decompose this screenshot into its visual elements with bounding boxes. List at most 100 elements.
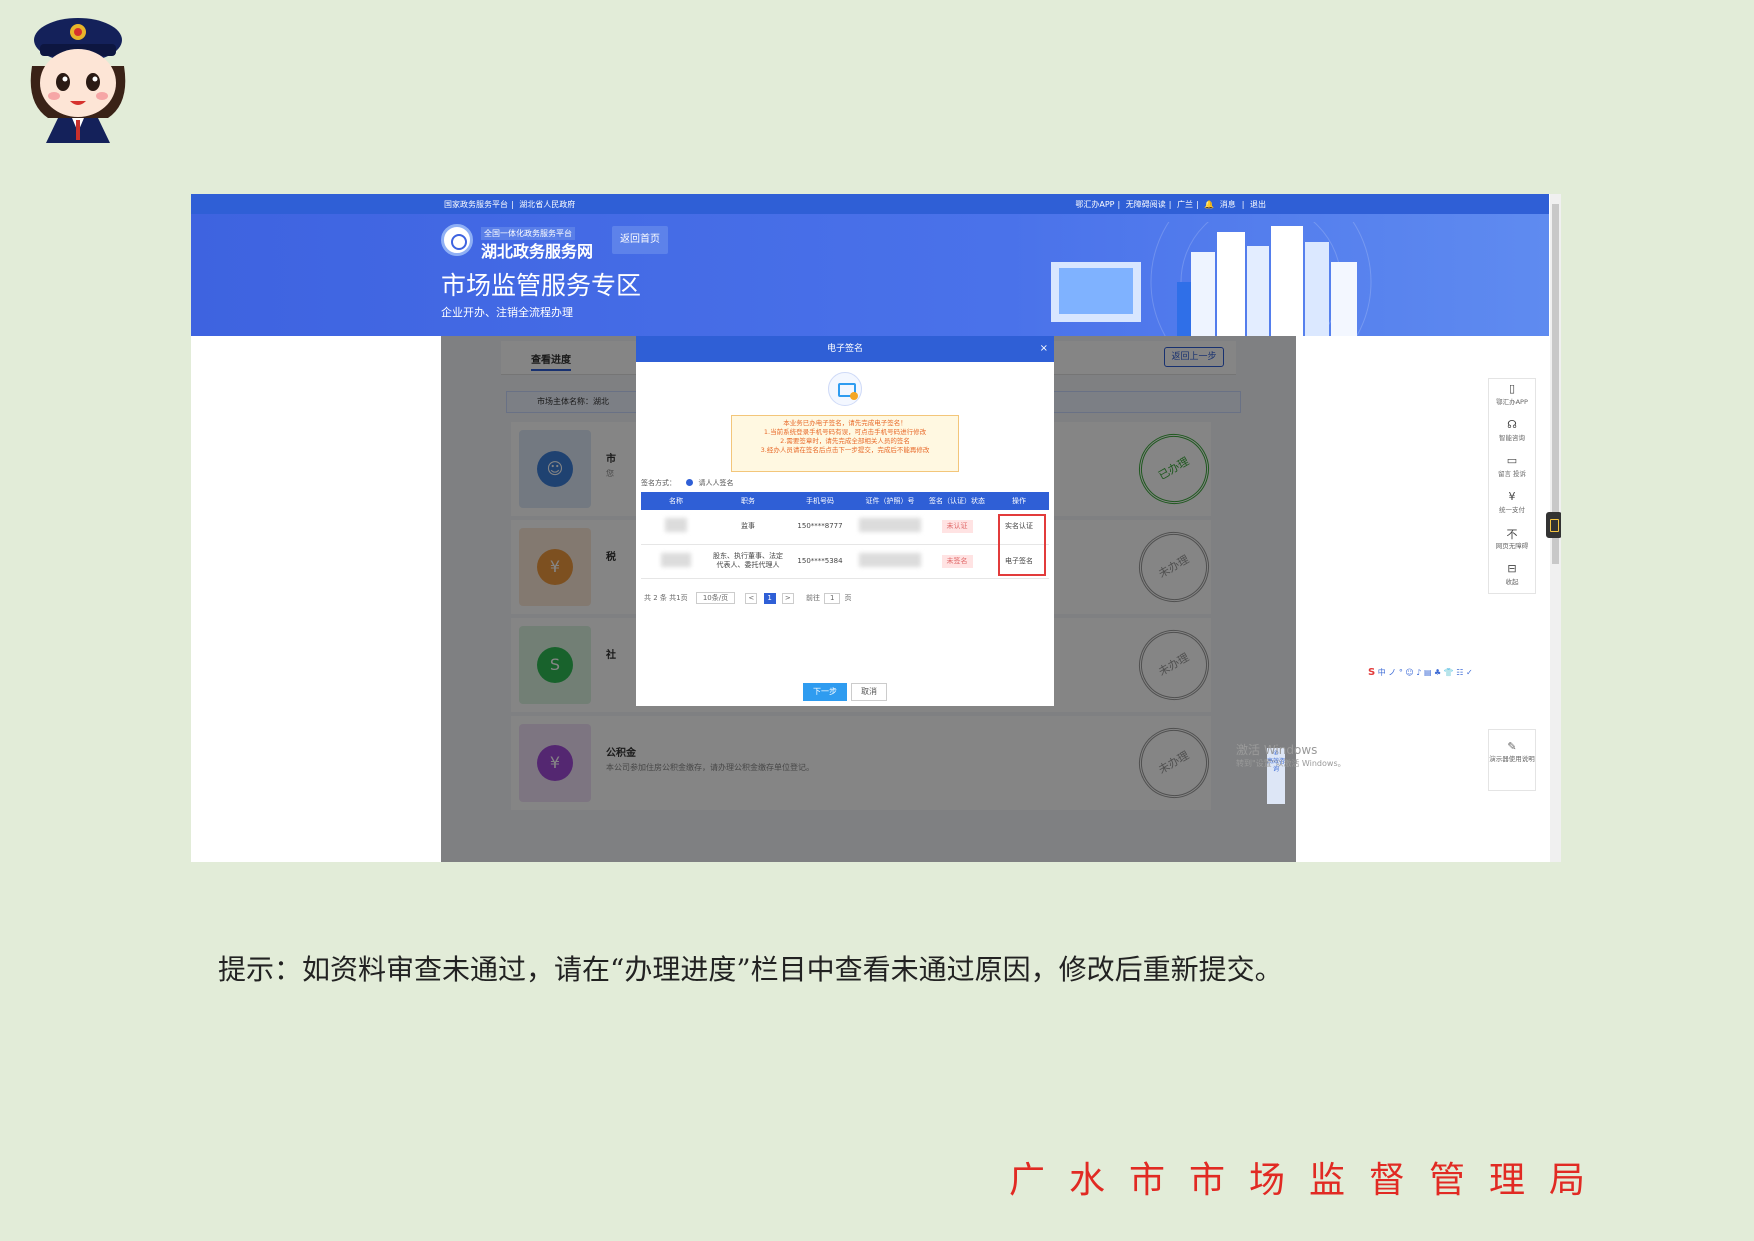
sidebar-label: 鄂汇办APP <box>1496 398 1528 406</box>
zone-title: 市场监管服务专区 <box>441 271 642 300</box>
signature-icon <box>828 372 862 406</box>
notice-line: 本业务已办电子签名，请先完成电子签名！ <box>783 419 907 427</box>
message-icon: ▭ <box>1506 454 1518 467</box>
sidebar-item-payment[interactable]: ¥ 统一支付 <box>1489 487 1535 523</box>
headset-icon: ☊ <box>1507 418 1517 431</box>
page-area: 查看进度 返回上一步 市场主体名称：湖北 ☺ 市 您 已办理 ¥ 税 未办理 S… <box>191 336 1549 862</box>
highlight-box <box>998 514 1046 576</box>
role-cell: 监事 <box>711 510 785 545</box>
sidebar-label: 统一支付 <box>1499 506 1525 514</box>
sign-method-value[interactable]: 请人人签名 <box>698 479 733 487</box>
column-header: 手机号码 <box>785 492 855 510</box>
column-header: 职务 <box>711 492 785 510</box>
ime-shirt-icon[interactable]: 👕 <box>1444 668 1454 677</box>
watermark-line1: 激活 Windows <box>1236 743 1318 757</box>
column-header: 操作 <box>989 492 1049 510</box>
link-national-platform[interactable]: 国家政务服务平台 <box>444 200 508 209</box>
sidebar-label: 网页无障碍 <box>1495 542 1529 550</box>
ime-grid-icon[interactable]: ☷ <box>1456 668 1463 677</box>
status-badge: 未签名 <box>941 554 973 568</box>
prev-page-button[interactable]: < <box>745 593 758 604</box>
city-illustration <box>1051 222 1372 336</box>
hubei-logo-icon <box>441 224 473 256</box>
phone-cell[interactable]: 150****8777 <box>785 510 855 545</box>
sidebar-label: 收起 <box>1505 578 1519 586</box>
side-tab-icon[interactable] <box>1546 512 1561 538</box>
blurred-id <box>859 518 921 533</box>
blurred-name <box>661 552 691 567</box>
sidebar-item-app[interactable]: ▯ 鄂汇办APP <box>1489 379 1535 415</box>
notice-box: 本业务已办电子签名，请先完成电子签名！ 1.当前系统登录手机号码有误，可点击手机… <box>731 415 959 472</box>
pager-total: 共 2 条 共1页 <box>644 594 688 602</box>
top-bar: 国家政务服务平台 | 湖北省人民政府 鄂汇办APP | 无障碍阅读 | 广兰 | 🔔 消… <box>191 194 1549 214</box>
mascot-image <box>30 18 126 143</box>
tip-caption: 提示：如资料审查未通过，请在“办理进度”栏目中查看未通过原因，修改后重新提交。 <box>218 953 1283 986</box>
status-cell: 未签名 <box>925 544 989 579</box>
ime-voice-icon[interactable]: ♪ <box>1416 668 1421 677</box>
sidebar-label: 智能咨询 <box>1499 434 1525 442</box>
next-page-button[interactable]: > <box>781 593 794 604</box>
header-banner: 全国一体化政务服务平台 湖北政务服务网 返回首页 市场监管服务专区 企业开办、注… <box>191 214 1549 336</box>
ime-degree-icon[interactable]: ° <box>1399 668 1403 677</box>
pen-icon: ✎ <box>1507 740 1517 753</box>
column-header: 名称 <box>641 492 711 510</box>
sidebar-item-accessibility[interactable]: 不网页无障碍 <box>1489 523 1535 559</box>
right-sidebar: ▯ 鄂汇办APP ☊ 智能咨询 ▭ 留言 投诉 ¥ 统一支付 不网页无障碍 ⊟ 收起 <box>1488 378 1536 594</box>
notice-line: 2.需要签章时，请先完成全部相关人员的签名 <box>780 437 910 445</box>
sidebar-label: 留言 投诉 <box>1497 470 1527 478</box>
ime-emoji-icon[interactable]: ☺ <box>1405 668 1413 677</box>
blurred-id <box>859 552 921 567</box>
collapse-icon: ⊟ <box>1507 562 1517 575</box>
page-size-select[interactable]: 10条/页 <box>695 592 736 604</box>
yen-circle-icon: ¥ <box>1508 490 1516 503</box>
table-row: 监事 150****8777 未认证 实名认证 <box>641 510 1049 545</box>
goto-input[interactable]: 1 <box>824 593 841 604</box>
messages-link[interactable]: 🔔 消息 <box>1204 200 1239 209</box>
modal-header: 电子签名 × <box>636 336 1054 362</box>
warning-dot-icon <box>850 392 858 400</box>
phone-cell[interactable]: 150****5384 <box>785 544 855 579</box>
screenshot-frame: 国家政务服务平台 | 湖北省人民政府 鄂汇办APP | 无障碍阅读 | 广兰 | 🔔 消… <box>191 194 1561 862</box>
notice-line: 3.经办人员请在签名后点击下一步提交，完成后不能再修改 <box>760 446 930 454</box>
link-app[interactable]: 鄂汇办APP <box>1075 200 1114 209</box>
status-badge: 未认证 <box>941 520 973 534</box>
role-cell: 股东、执行董事、法定代表人、委托代理人 <box>711 544 785 579</box>
sign-method: 签名方式： 请人人签名 <box>641 478 733 488</box>
name-cell <box>641 510 711 545</box>
scrollbar-thumb[interactable] <box>1552 204 1559 564</box>
site-name[interactable]: 湖北政务服务网 <box>481 238 593 262</box>
sidebar-item-consult[interactable]: ☊ 智能咨询 <box>1489 415 1535 451</box>
pagination: 共 2 条 共1页 10条/页 < 1 > 前往 1 页 <box>644 592 852 604</box>
close-icon[interactable]: × <box>1040 336 1048 362</box>
blurred-name <box>665 518 687 533</box>
help-label: 演示器使用说明 <box>1489 755 1535 763</box>
organization-name: 广水市市场监督管理局 <box>1009 1160 1610 1201</box>
id-cell <box>855 510 925 545</box>
goto-unit: 页 <box>844 594 852 602</box>
notice-line: 1.当前系统登录手机号码有误，可点击手机号码进行修改 <box>763 428 927 436</box>
cancel-button[interactable]: 取消 <box>851 683 887 701</box>
logout-link[interactable]: 退出 <box>1250 200 1266 209</box>
ime-toolbar[interactable]: S 中 ノ ° ☺ ♪ ▤ ♣ 👕 ☷ ✓ <box>1368 667 1538 681</box>
help-button[interactable]: ✎ 演示器使用说明 <box>1488 729 1536 791</box>
ime-skin-icon[interactable]: ♣ <box>1434 668 1441 677</box>
goto-label: 前往 <box>806 594 821 602</box>
sidebar-item-complaint[interactable]: ▭ 留言 投诉 <box>1489 451 1535 487</box>
e-signature-modal: 电子签名 × 本业务已办电子签名，请先完成电子签名！ 1.当前系统登录手机号码有… <box>636 336 1054 706</box>
sogou-icon[interactable]: S <box>1368 667 1375 678</box>
user-name[interactable]: 广兰 <box>1177 200 1193 209</box>
link-accessible-reading[interactable]: 无障碍阅读 <box>1126 200 1166 209</box>
home-button[interactable]: 返回首页 <box>612 226 668 254</box>
sidebar-item-collapse[interactable]: ⊟ 收起 <box>1489 559 1535 595</box>
ime-keyboard-icon[interactable]: ▤ <box>1424 668 1432 677</box>
modal-title: 电子签名 <box>826 344 863 354</box>
ime-mode[interactable]: 中 <box>1378 668 1386 677</box>
id-cell <box>855 544 925 579</box>
ime-punct-icon[interactable]: ノ <box>1388 668 1396 677</box>
radio-icon[interactable] <box>686 479 694 486</box>
ime-tool-icon[interactable]: ✓ <box>1466 668 1473 677</box>
signer-table: 名称 职务 手机号码 证件（护照）号 签名（认证）状态 操作 监事 150***… <box>641 492 1049 579</box>
next-button[interactable]: 下一步 <box>803 683 847 701</box>
page-1-button[interactable]: 1 <box>763 593 776 604</box>
link-hubei-government[interactable]: 湖北省人民政府 <box>519 200 575 209</box>
